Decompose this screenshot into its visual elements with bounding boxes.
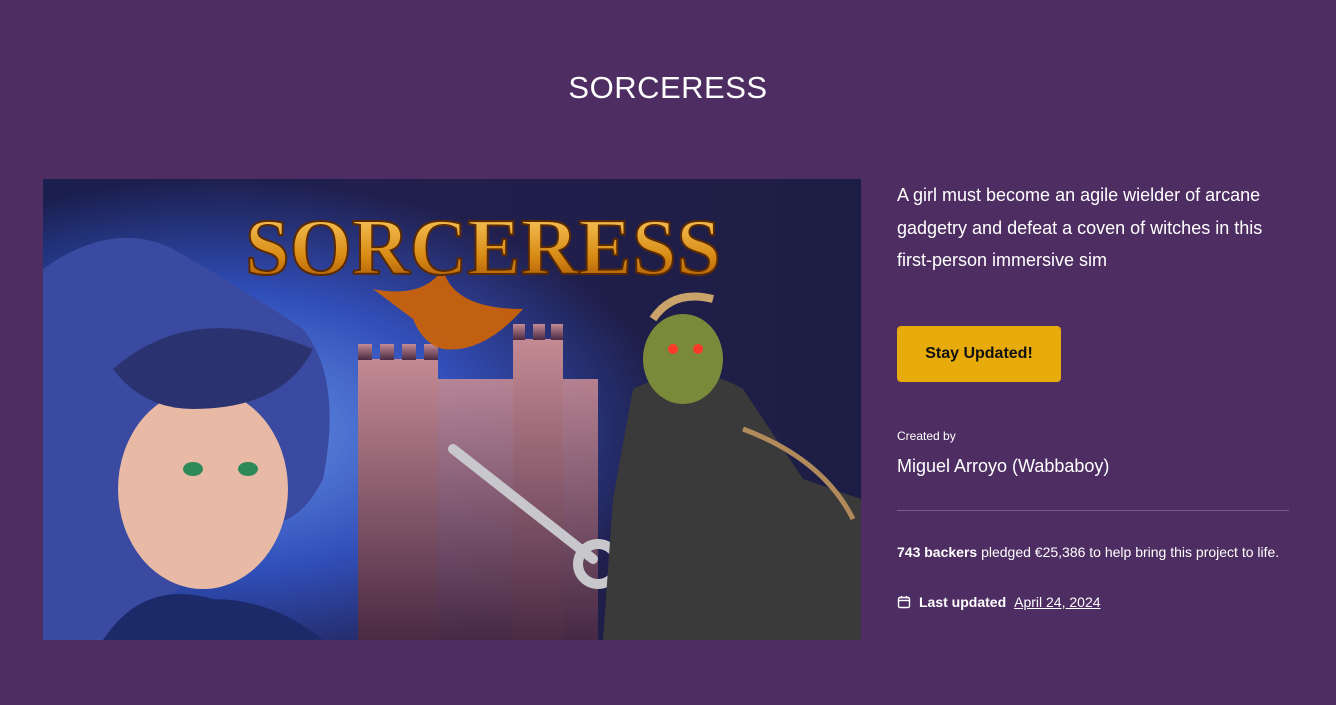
page-title: SORCERESS <box>568 70 768 105</box>
pledge-summary: 743 backers pledged €25,386 to help brin… <box>897 542 1289 562</box>
stay-updated-button[interactable]: Stay Updated! <box>897 326 1061 382</box>
last-updated: Last updated April 24, 2024 <box>897 594 1101 610</box>
hero-logo-text: SORCERESS <box>245 204 721 292</box>
last-updated-date-link[interactable]: April 24, 2024 <box>1014 594 1100 610</box>
last-updated-label: Last updated <box>919 594 1007 610</box>
calendar-icon <box>897 595 911 609</box>
backers-count: 743 backers <box>897 544 978 560</box>
project-info: A girl must become an agile wielder of a… <box>897 179 1289 610</box>
project-description: A girl must become an agile wielder of a… <box>897 185 1263 270</box>
created-by-label: Created by <box>897 429 956 443</box>
divider <box>897 510 1289 511</box>
hero-image: SORCERESS <box>43 179 861 640</box>
creator-name: Miguel Arroyo (Wabbaboy) <box>897 456 1110 476</box>
pledge-text: pledged €25,386 to help bring this proje… <box>977 544 1280 560</box>
